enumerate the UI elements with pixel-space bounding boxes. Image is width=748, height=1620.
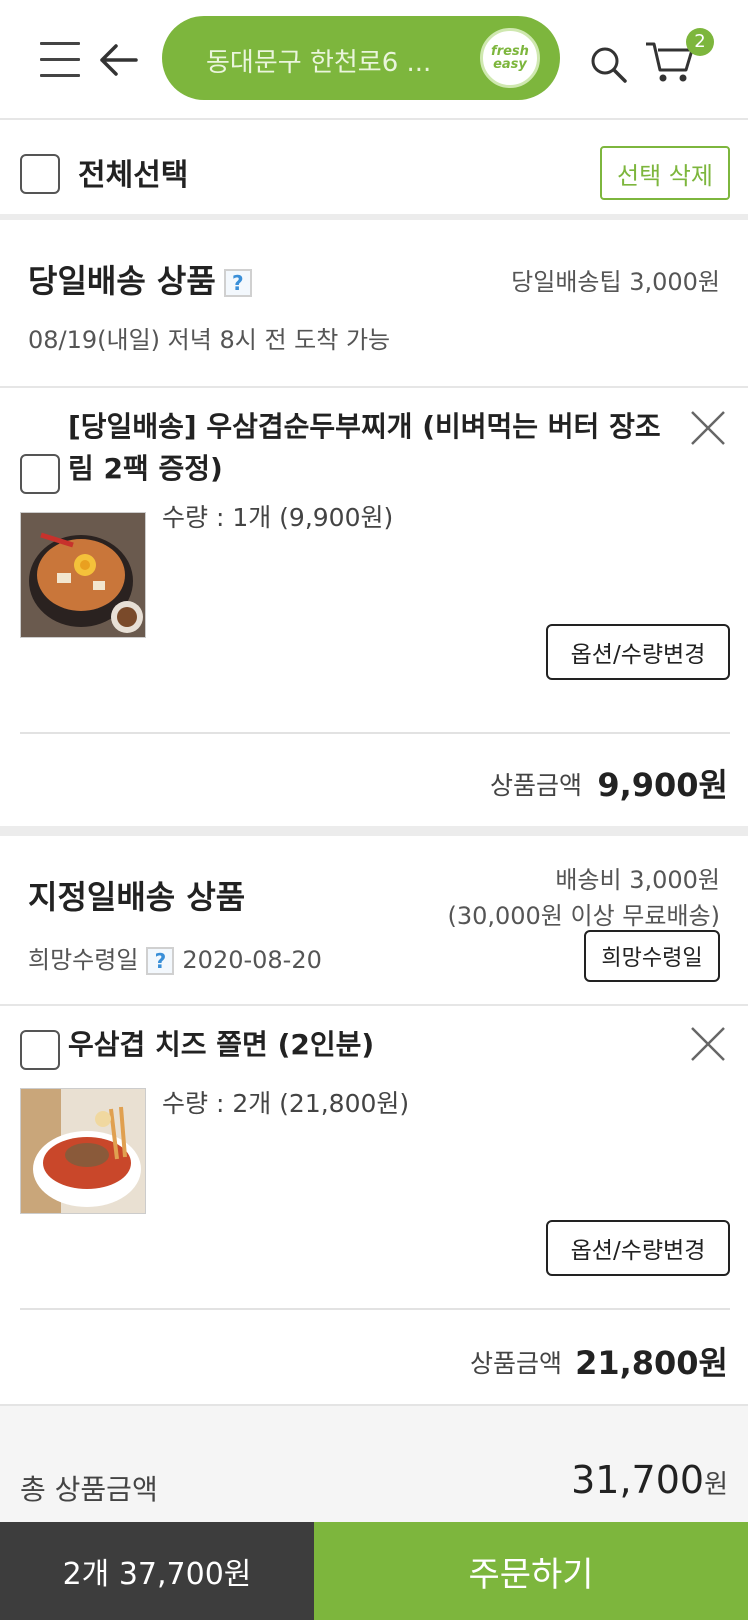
cart-page: 동대문구 한천로6 ... fresh easy 2 전체선택 선택 삭제 당일… (0, 0, 748, 1620)
top-header: 동대문구 한천로6 ... fresh easy 2 (0, 0, 748, 120)
section-gap (0, 826, 748, 836)
close-icon[interactable] (688, 408, 728, 448)
address-text: 동대문구 한천로6 ... (206, 48, 432, 78)
item-quantity: 수량 : 2개 (21,800원) (162, 1089, 410, 1118)
bottom-order-bar: 2개 37,700원 주문하기 (0, 1522, 748, 1620)
section-title: 당일배송 상품? (28, 256, 252, 302)
section-title-text: 당일배송 상품 (28, 262, 216, 300)
subtotal-value: 9,900원 (597, 766, 728, 804)
item-thumbnail-jjolmyeon[interactable] (20, 1088, 146, 1214)
change-option-button[interactable]: 옵션/수량변경 (546, 1220, 730, 1276)
subtotal-label: 상품금액 (470, 1349, 563, 1378)
help-icon[interactable]: ? (223, 269, 252, 297)
same-day-section-header: 당일배송 상품? 당일배송팁 3,000원 08/19(내일) 저녁 8시 전 … (0, 228, 748, 388)
logo-line2: easy (493, 57, 527, 72)
section-title: 지정일배송 상품 (28, 878, 246, 916)
subtotal-value: 21,800원 (575, 1344, 728, 1382)
change-option-button[interactable]: 옵션/수량변경 (546, 624, 730, 680)
select-all-checkbox[interactable] (20, 154, 60, 194)
address-search-bar[interactable]: 동대문구 한천로6 ... fresh easy (162, 16, 560, 100)
hamburger-menu-icon[interactable] (40, 42, 80, 78)
item-name-line1: [당일배송] 우삼겹순두부찌개 (비벼먹는 버터 장조 (68, 410, 661, 443)
divider (20, 1308, 730, 1310)
select-all-label: 전체선택 (78, 158, 189, 193)
delivery-fee: 배송비 3,000원 (30,000원 이상 무료배송) (447, 862, 720, 934)
item-quantity: 수량 : 1개 (9,900원) (162, 503, 394, 532)
delivery-fee-line2: (30,000원 이상 무료배송) (447, 902, 720, 930)
divider (20, 732, 730, 734)
arrival-info: 08/19(내일) 저녁 8시 전 도착 가능 (28, 326, 391, 354)
item-name: [당일배송] 우삼겹순두부찌개 (비벼먹는 버터 장조 림 2팩 증정) (68, 406, 661, 490)
desired-date-value: 2020-08-20 (182, 946, 322, 974)
select-all-row: 전체선택 선택 삭제 (0, 122, 748, 220)
item-thumbnail-sundubu[interactable] (20, 512, 146, 638)
desired-date-info: 희망수령일? 2020-08-20 (28, 940, 322, 975)
total-unit: 원 (704, 1470, 728, 1500)
close-icon[interactable] (688, 1024, 728, 1064)
desired-date-button[interactable]: 희망수령일 (584, 930, 720, 982)
cart-count-badge: 2 (686, 28, 714, 56)
item-checkbox[interactable] (20, 454, 60, 494)
scheduled-section-header: 지정일배송 상품 배송비 3,000원 (30,000원 이상 무료배송) 희망… (0, 836, 748, 1006)
same-day-tip: 당일배송팁 3,000원 (511, 268, 720, 296)
fresh-easy-logo: fresh easy (480, 28, 540, 88)
total-value: 31,700원 (571, 1458, 728, 1502)
item-checkbox[interactable] (20, 1030, 60, 1070)
cart-item: [당일배송] 우삼겹순두부찌개 (비벼먹는 버터 장조 림 2팩 증정) 수량 … (0, 390, 748, 820)
help-icon[interactable]: ? (146, 947, 175, 975)
delete-selected-button[interactable]: 선택 삭제 (600, 146, 730, 200)
search-icon[interactable] (588, 44, 628, 84)
total-amount: 31,700 (571, 1458, 705, 1502)
total-summary: 총 상품금액 31,700원 (0, 1404, 748, 1524)
order-button[interactable]: 주문하기 (314, 1522, 748, 1620)
order-summary: 2개 37,700원 (0, 1522, 314, 1620)
subtotal-label: 상품금액 (490, 771, 583, 800)
desired-date-label: 희망수령일 (28, 946, 139, 974)
delivery-fee-line1: 배송비 3,000원 (555, 866, 720, 894)
cart-item: 우삼겹 치즈 쫄면 (2인분) 수량 : 2개 (21,800원) 옵션/수량변… (0, 1008, 748, 1402)
item-name: 우삼겹 치즈 쫄면 (2인분) (68, 1028, 375, 1061)
total-label: 총 상품금액 (20, 1473, 158, 1506)
back-arrow-icon[interactable] (96, 38, 140, 82)
item-name-line2: 림 2팩 증정) (68, 452, 223, 485)
